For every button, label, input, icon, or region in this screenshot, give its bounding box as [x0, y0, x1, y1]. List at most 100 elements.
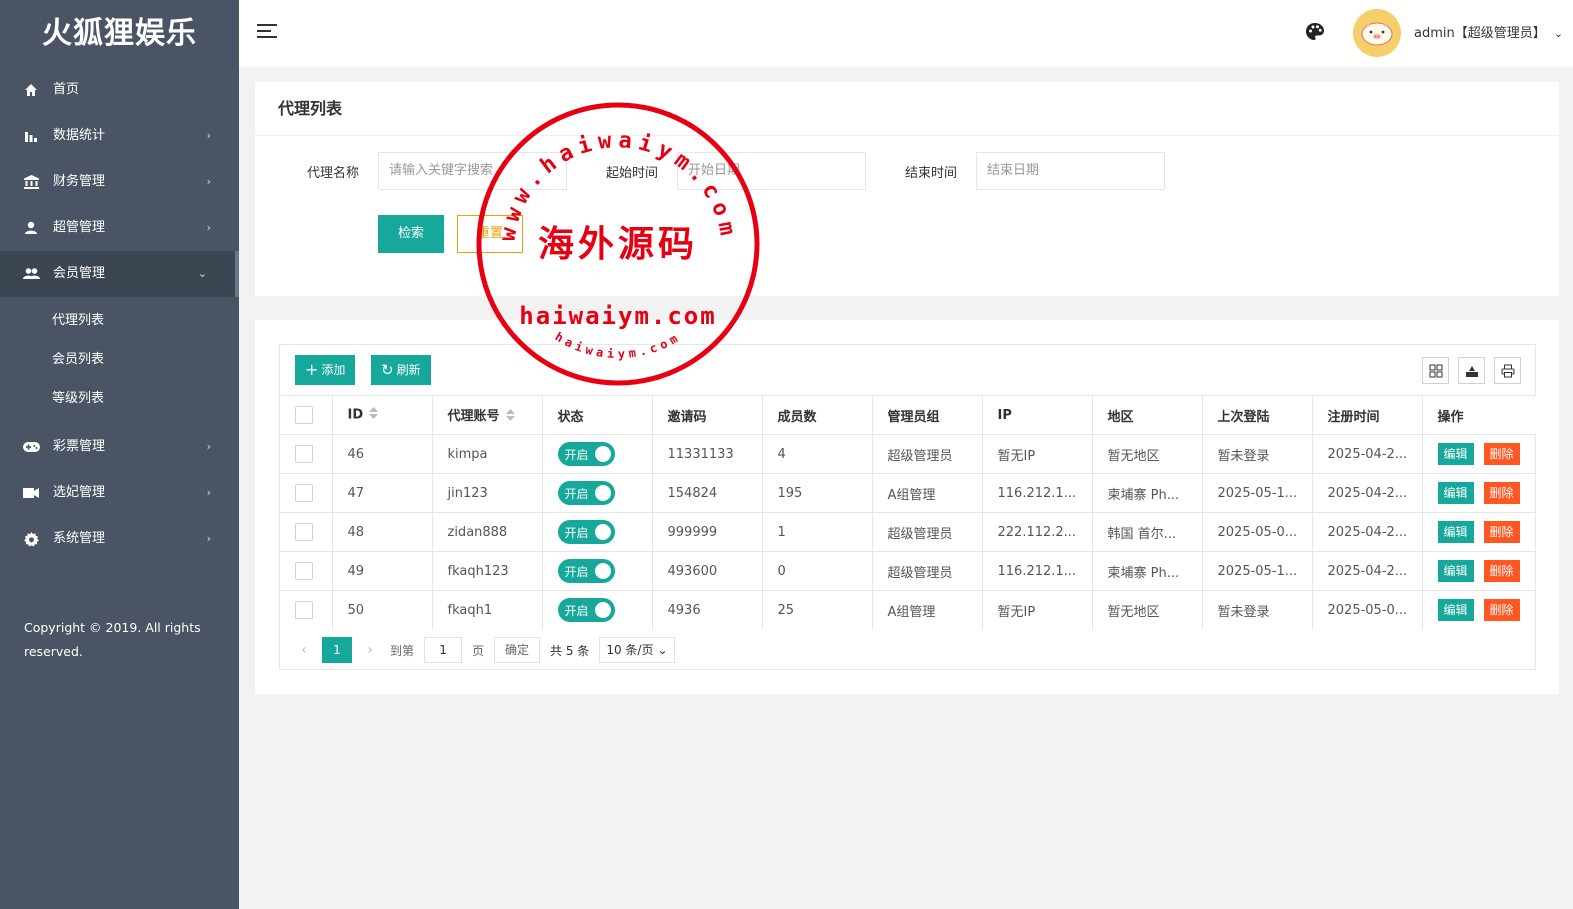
pagination: ‹ 1 › 到第 1 页 确定 共 5 条 10 条/页 ⌄ — [290, 635, 675, 665]
goto-page-input[interactable]: 1 — [424, 637, 463, 663]
row-checkbox[interactable] — [295, 523, 313, 541]
chevron-right-icon: › — [206, 175, 211, 188]
edit-button[interactable]: 编辑 — [1437, 482, 1474, 504]
page-unit-label: 页 — [472, 643, 485, 658]
sort-icon[interactable] — [369, 407, 379, 423]
delete-button[interactable]: 删除 — [1483, 443, 1520, 465]
goto-label: 到第 — [390, 643, 415, 658]
cell-members: 4 — [762, 434, 873, 474]
cell-account: kimpa — [432, 434, 543, 474]
sidebar-subitem-level-list[interactable]: 等级列表 — [0, 379, 239, 418]
cell-id: 48 — [332, 512, 433, 552]
menu-toggle-icon[interactable] — [257, 24, 277, 42]
sidebar-item-lottery[interactable]: 彩票管理 › — [0, 424, 239, 470]
row-checkbox[interactable] — [295, 484, 313, 502]
top-header: admin【超级管理员】 ⌄ — [239, 0, 1573, 67]
status-toggle[interactable]: 开启 — [557, 442, 615, 466]
cell-invite-code: 4936 — [652, 590, 763, 630]
search-button[interactable]: 检索 — [378, 215, 444, 253]
edit-button[interactable]: 编辑 — [1437, 599, 1474, 622]
print-icon[interactable] — [1494, 357, 1521, 384]
delete-button[interactable]: 删除 — [1483, 521, 1520, 543]
cell-reg-time: 2025-04-2... — [1312, 551, 1423, 591]
sidebar-subitem-member-list[interactable]: 会员列表 — [0, 340, 239, 379]
status-label: 开启 — [564, 447, 589, 462]
delete-button[interactable]: 删除 — [1483, 482, 1520, 504]
cell-last-login: 2025-05-1... — [1202, 473, 1313, 513]
page-size-select[interactable]: 10 条/页 ⌄ — [599, 637, 675, 663]
app-logo: 火狐狸娱乐 — [42, 16, 197, 51]
cell-status: 开启 — [542, 590, 653, 630]
edit-button[interactable]: 编辑 — [1437, 560, 1474, 582]
goto-confirm-button[interactable]: 确定 — [494, 637, 541, 663]
table-row: 48 zidan888 开启 999999 1 超级管理员 222.112.2... 韩国 首… — [280, 512, 1536, 552]
current-page[interactable]: 1 — [322, 637, 352, 663]
agent-name-input[interactable]: 请输入关键字搜索 — [378, 152, 567, 190]
add-button[interactable]: + 添加 — [295, 355, 356, 385]
cell-reg-time: 2025-04-2... — [1312, 512, 1423, 552]
sidebar-item-label: 超管管理 — [53, 220, 106, 235]
chevron-right-icon: › — [206, 129, 211, 142]
status-toggle[interactable]: 开启 — [557, 520, 615, 544]
next-page-icon[interactable]: › — [356, 642, 384, 658]
sidebar-item-home[interactable]: 首页 — [0, 67, 239, 113]
column-header-account[interactable]: 代理账号 — [432, 395, 543, 435]
cell-reg-time: 2025-04-2... — [1312, 473, 1423, 513]
row-checkbox[interactable] — [295, 562, 313, 580]
sidebar-item-label: 彩票管理 — [53, 439, 106, 454]
columns-filter-icon[interactable] — [1422, 357, 1449, 384]
refresh-button[interactable]: ↻ 刷新 — [371, 355, 431, 385]
toggle-knob — [594, 563, 611, 579]
cell-members: 25 — [762, 590, 873, 630]
sidebar-subitem-agent-list[interactable]: 代理列表 — [0, 301, 239, 340]
sidebar-item-system[interactable]: 系统管理 › — [0, 516, 239, 562]
delete-button[interactable]: 删除 — [1483, 599, 1520, 622]
bank-icon — [22, 173, 40, 191]
cell-region: 暂无地区 — [1092, 434, 1203, 474]
status-toggle[interactable]: 开启 — [557, 559, 615, 583]
cell-group: 超级管理员 — [872, 512, 983, 552]
page-title: 代理列表 — [255, 82, 1559, 136]
end-time-label: 结束时间 — [905, 166, 958, 181]
cell-ip: 暂无IP — [982, 434, 1093, 474]
user-menu[interactable]: admin【超级管理员】 ⌄ — [1414, 22, 1563, 41]
end-date-input[interactable]: 结束日期 — [976, 152, 1165, 190]
sidebar-item-finance[interactable]: 财务管理 › — [0, 159, 239, 205]
edit-button[interactable]: 编辑 — [1437, 443, 1474, 465]
row-checkbox[interactable] — [295, 445, 313, 463]
export-icon[interactable] — [1458, 357, 1485, 384]
avatar[interactable] — [1353, 9, 1401, 57]
row-checkbox[interactable] — [295, 601, 313, 620]
sidebar-item-label: 数据统计 — [53, 128, 106, 143]
cell-status: 开启 — [542, 512, 653, 552]
palette-icon[interactable] — [1305, 22, 1327, 44]
cell-members: 0 — [762, 551, 873, 591]
sort-icon[interactable] — [505, 408, 515, 425]
start-date-input[interactable]: 开始日期 — [677, 152, 866, 190]
cell-invite-code: 493600 — [652, 551, 763, 591]
sidebar-item-members[interactable]: 会员管理 ⌄ — [0, 251, 239, 297]
sidebar-item-admin[interactable]: 超管管理 › — [0, 205, 239, 251]
cell-actions: 编辑 删除 — [1422, 473, 1536, 513]
cell-actions: 编辑 删除 — [1422, 434, 1536, 474]
cell-account: jin123 — [432, 473, 543, 513]
sidebar-item-label: 首页 — [53, 82, 80, 97]
sidebar-item-concubine[interactable]: 选妃管理 › — [0, 470, 239, 516]
sidebar-item-stats[interactable]: 数据统计 › — [0, 113, 239, 159]
prev-page-icon[interactable]: ‹ — [290, 642, 318, 658]
status-toggle[interactable]: 开启 — [557, 598, 615, 623]
cell-reg-time: 2025-05-0... — [1312, 590, 1423, 630]
edit-button[interactable]: 编辑 — [1437, 521, 1474, 543]
column-header-id[interactable]: ID — [332, 395, 433, 435]
reset-button[interactable]: 重置 — [457, 215, 523, 253]
search-card: 代理列表 代理名称 请输入关键字搜索 起始时间 开始日期 结束时间 结束日期 检… — [255, 82, 1559, 296]
select-all-checkbox[interactable] — [295, 406, 313, 424]
status-toggle[interactable]: 开启 — [557, 481, 615, 505]
status-label: 开启 — [564, 603, 589, 618]
cell-group: A组管理 — [872, 473, 983, 513]
cell-account: zidan888 — [432, 512, 543, 552]
delete-button[interactable]: 删除 — [1483, 560, 1520, 582]
cell-actions: 编辑 删除 — [1422, 512, 1536, 552]
toggle-knob — [594, 485, 611, 501]
row-select-cell — [280, 473, 333, 513]
